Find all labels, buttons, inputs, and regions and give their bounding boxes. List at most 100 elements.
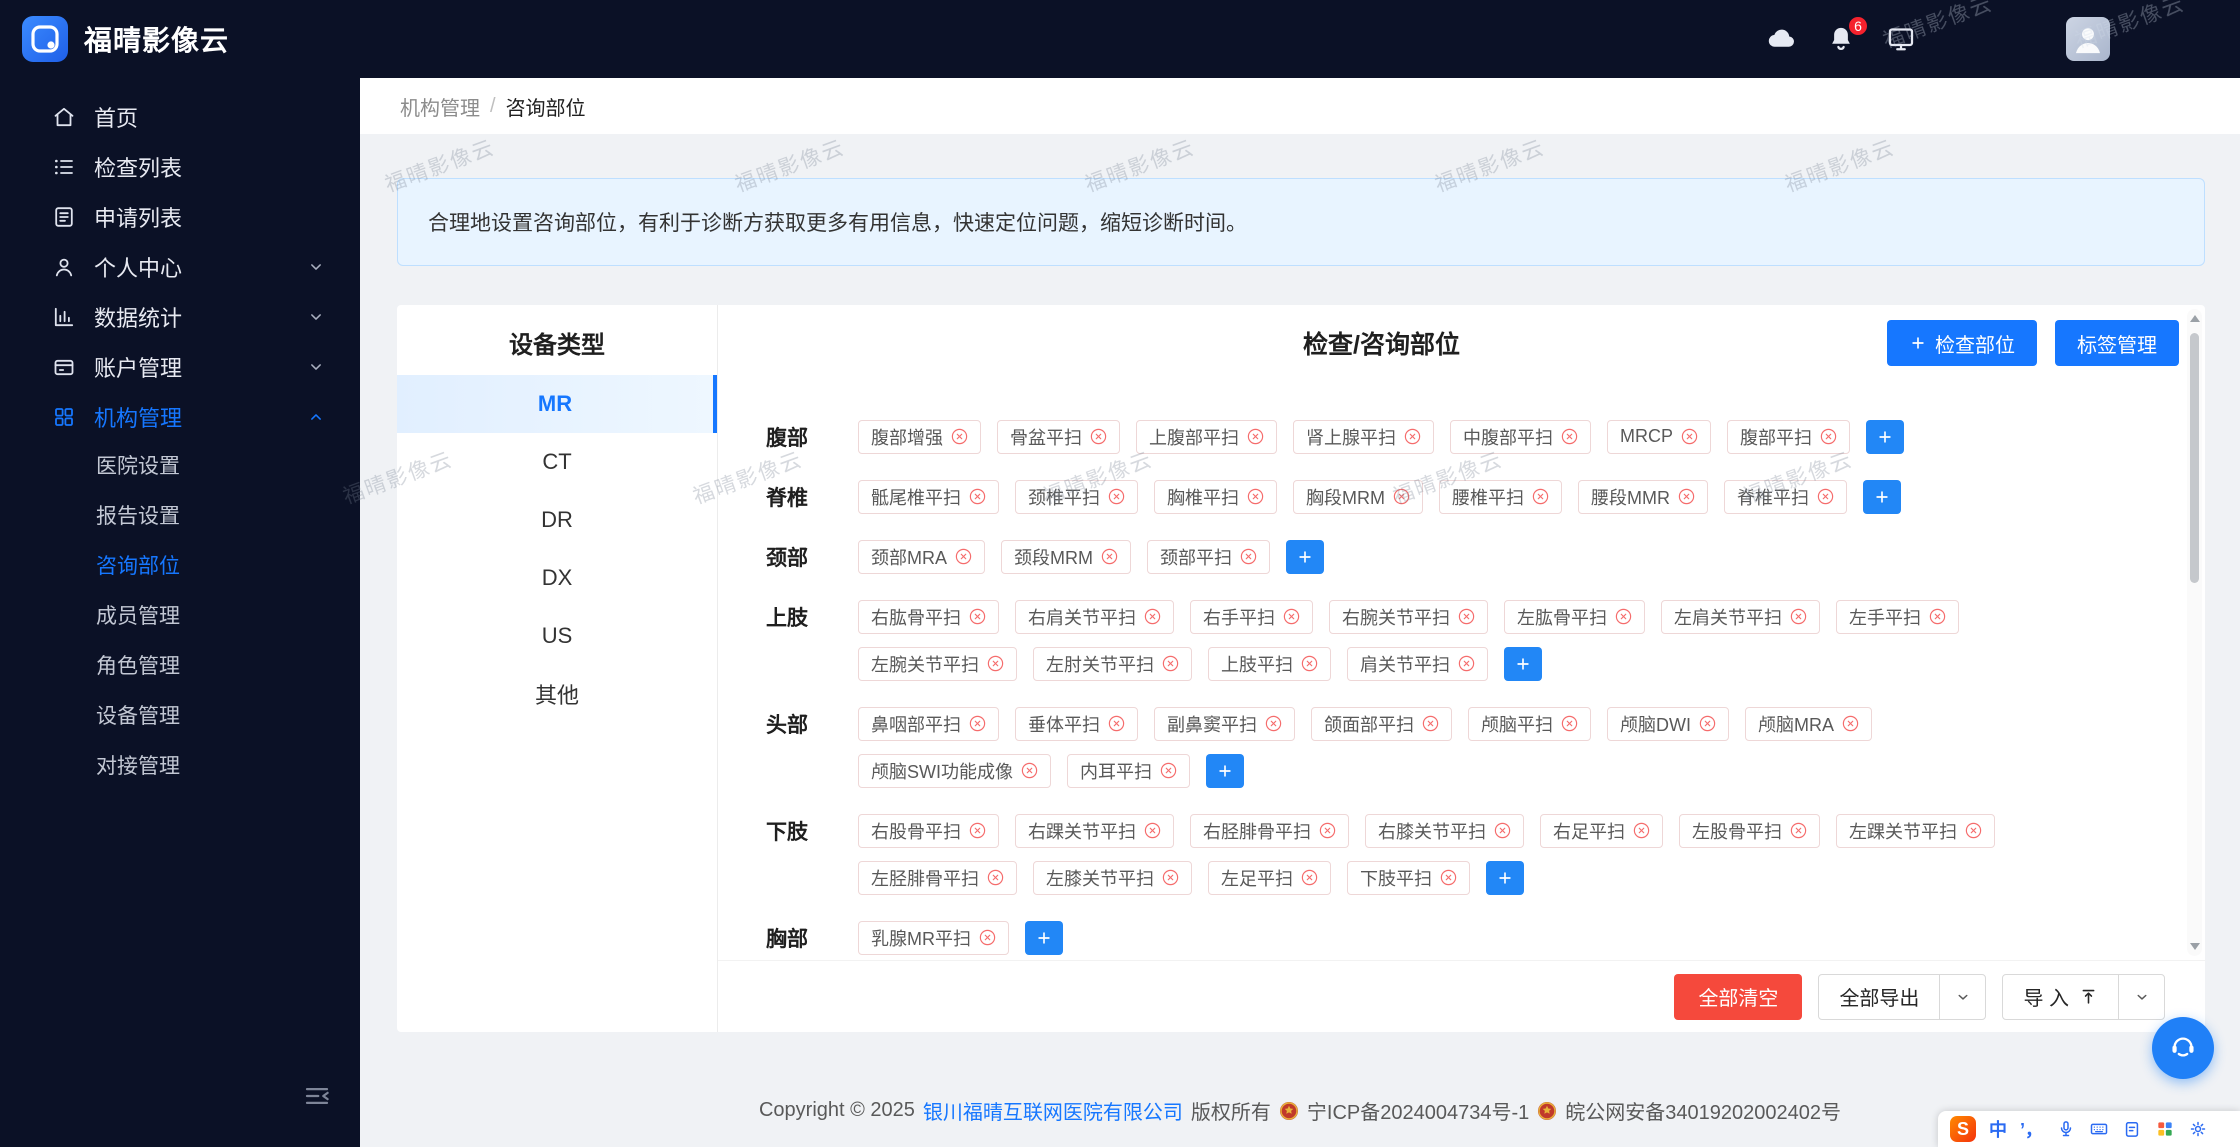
company-link[interactable]: 银川福晴互联网医院有限公司 bbox=[923, 1096, 1183, 1125]
export-all-label[interactable]: 全部导出 bbox=[1819, 975, 1939, 1019]
remove-tag-icon[interactable] bbox=[1393, 488, 1410, 505]
remove-tag-icon[interactable] bbox=[1699, 715, 1716, 732]
scroll-up-arrow[interactable] bbox=[2189, 315, 2200, 322]
user-avatar[interactable] bbox=[2066, 17, 2110, 61]
sidebar-subitem[interactable]: 角色管理 bbox=[0, 642, 360, 692]
sidebar-item[interactable]: 数据统计 bbox=[0, 292, 360, 342]
remove-tag-icon[interactable] bbox=[969, 715, 986, 732]
notification-bell-icon[interactable]: 6 bbox=[1826, 15, 1869, 54]
remove-tag-icon[interactable] bbox=[1247, 488, 1264, 505]
keyboard-icon[interactable] bbox=[2089, 1119, 2109, 1139]
remove-tag-icon[interactable] bbox=[1108, 488, 1125, 505]
device-type-item[interactable]: DR bbox=[397, 491, 717, 549]
chat-support-button[interactable] bbox=[2152, 1017, 2214, 1079]
import-main[interactable]: 导 入 bbox=[2003, 975, 2118, 1019]
remove-tag-icon[interactable] bbox=[1301, 655, 1318, 672]
remove-tag-icon[interactable] bbox=[1021, 762, 1038, 779]
sidebar-item[interactable]: 首页 bbox=[0, 92, 360, 142]
remove-tag-icon[interactable] bbox=[979, 929, 996, 946]
remove-tag-icon[interactable] bbox=[1160, 762, 1177, 779]
remove-tag-icon[interactable] bbox=[1319, 822, 1336, 839]
import-dropdown-caret-icon[interactable] bbox=[2118, 974, 2164, 1019]
remove-tag-icon[interactable] bbox=[987, 869, 1004, 886]
collapse-sidebar-icon[interactable] bbox=[302, 1081, 332, 1111]
remove-tag-icon[interactable] bbox=[1615, 608, 1632, 625]
remove-tag-icon[interactable] bbox=[1633, 822, 1650, 839]
device-type-item[interactable]: MR bbox=[397, 375, 717, 433]
remove-tag-icon[interactable] bbox=[1678, 488, 1695, 505]
remove-tag-icon[interactable] bbox=[1144, 608, 1161, 625]
export-dropdown-caret-icon[interactable] bbox=[1939, 974, 1985, 1019]
add-tag-button[interactable] bbox=[1866, 419, 1904, 454]
remove-tag-icon[interactable] bbox=[1108, 715, 1125, 732]
police-link[interactable]: 皖公网安备34019202002402号 bbox=[1565, 1096, 1841, 1125]
remove-tag-icon[interactable] bbox=[1440, 869, 1457, 886]
workspace-monitor-icon[interactable] bbox=[1886, 24, 1916, 54]
remove-tag-icon[interactable] bbox=[1404, 428, 1421, 445]
remove-tag-icon[interactable] bbox=[969, 488, 986, 505]
remove-tag-icon[interactable] bbox=[1532, 488, 1549, 505]
sidebar-item[interactable]: 检查列表 bbox=[0, 142, 360, 192]
remove-tag-icon[interactable] bbox=[1144, 822, 1161, 839]
device-type-item[interactable]: CT bbox=[397, 433, 717, 491]
remove-tag-icon[interactable] bbox=[1790, 608, 1807, 625]
device-type-item[interactable]: DX bbox=[397, 549, 717, 607]
sidebar-subitem[interactable]: 成员管理 bbox=[0, 592, 360, 642]
sidebar-subitem[interactable]: 对接管理 bbox=[0, 742, 360, 792]
sidebar-subitem[interactable]: 医院设置 bbox=[0, 442, 360, 492]
remove-tag-icon[interactable] bbox=[1162, 655, 1179, 672]
cloud-upload-icon[interactable] bbox=[1766, 24, 1796, 54]
remove-tag-icon[interactable] bbox=[1265, 715, 1282, 732]
sogou-logo[interactable]: S bbox=[1950, 1116, 1976, 1142]
remove-tag-icon[interactable] bbox=[1820, 428, 1837, 445]
remove-tag-icon[interactable] bbox=[1301, 869, 1318, 886]
sidebar-item[interactable]: 账户管理 bbox=[0, 342, 360, 392]
sidebar-item[interactable]: 个人中心 bbox=[0, 242, 360, 292]
remove-tag-icon[interactable] bbox=[1283, 608, 1300, 625]
sidebar-subitem[interactable]: 报告设置 bbox=[0, 492, 360, 542]
device-type-item[interactable]: US bbox=[397, 607, 717, 665]
remove-tag-icon[interactable] bbox=[1458, 655, 1475, 672]
remove-tag-icon[interactable] bbox=[1494, 822, 1511, 839]
remove-tag-icon[interactable] bbox=[1965, 822, 1982, 839]
remove-tag-icon[interactable] bbox=[1247, 428, 1264, 445]
icp-link[interactable]: 宁ICP备2024004734号-1 bbox=[1307, 1096, 1529, 1125]
tag-manage-button[interactable]: 标签管理 bbox=[2055, 320, 2179, 366]
sidebar-item[interactable]: 申请列表 bbox=[0, 192, 360, 242]
remove-tag-icon[interactable] bbox=[969, 822, 986, 839]
add-tag-button[interactable] bbox=[1863, 479, 1901, 514]
remove-tag-icon[interactable] bbox=[951, 428, 968, 445]
breadcrumb-parent[interactable]: 机构管理 bbox=[400, 92, 480, 121]
remove-tag-icon[interactable] bbox=[1842, 715, 1859, 732]
mic-icon[interactable] bbox=[2056, 1119, 2076, 1139]
sidebar-item[interactable]: 机构管理 bbox=[0, 392, 360, 442]
add-exam-part-button[interactable]: 检查部位 bbox=[1887, 320, 2037, 366]
add-tag-button[interactable] bbox=[1286, 539, 1324, 574]
remove-tag-icon[interactable] bbox=[955, 548, 972, 565]
remove-tag-icon[interactable] bbox=[1561, 428, 1578, 445]
add-tag-button[interactable] bbox=[1504, 646, 1542, 681]
sidebar-subitem[interactable]: 设备管理 bbox=[0, 692, 360, 742]
theme-grid-icon[interactable] bbox=[2155, 1119, 2175, 1139]
settings-gear-icon[interactable] bbox=[2188, 1119, 2208, 1139]
sidebar-subitem[interactable]: 咨询部位 bbox=[0, 542, 360, 592]
user-name[interactable] bbox=[2140, 25, 2210, 53]
remove-tag-icon[interactable] bbox=[1790, 822, 1807, 839]
clipboard-icon[interactable] bbox=[2122, 1119, 2142, 1139]
scroll-thumb[interactable] bbox=[2190, 333, 2199, 583]
add-tag-button[interactable] bbox=[1025, 920, 1063, 955]
remove-tag-icon[interactable] bbox=[1422, 715, 1439, 732]
remove-tag-icon[interactable] bbox=[1458, 608, 1475, 625]
remove-tag-icon[interactable] bbox=[1090, 428, 1107, 445]
remove-tag-icon[interactable] bbox=[987, 655, 1004, 672]
remove-tag-icon[interactable] bbox=[1681, 428, 1698, 445]
remove-tag-icon[interactable] bbox=[1162, 869, 1179, 886]
ime-punctuation[interactable]: ’， bbox=[2020, 1116, 2043, 1142]
scrollbar[interactable] bbox=[2187, 309, 2202, 956]
remove-tag-icon[interactable] bbox=[1929, 608, 1946, 625]
remove-tag-icon[interactable] bbox=[1817, 488, 1834, 505]
remove-tag-icon[interactable] bbox=[1101, 548, 1118, 565]
remove-tag-icon[interactable] bbox=[1240, 548, 1257, 565]
device-type-item[interactable]: 其他 bbox=[397, 665, 717, 723]
ime-mode-chinese[interactable]: 中 bbox=[1989, 1116, 2007, 1142]
